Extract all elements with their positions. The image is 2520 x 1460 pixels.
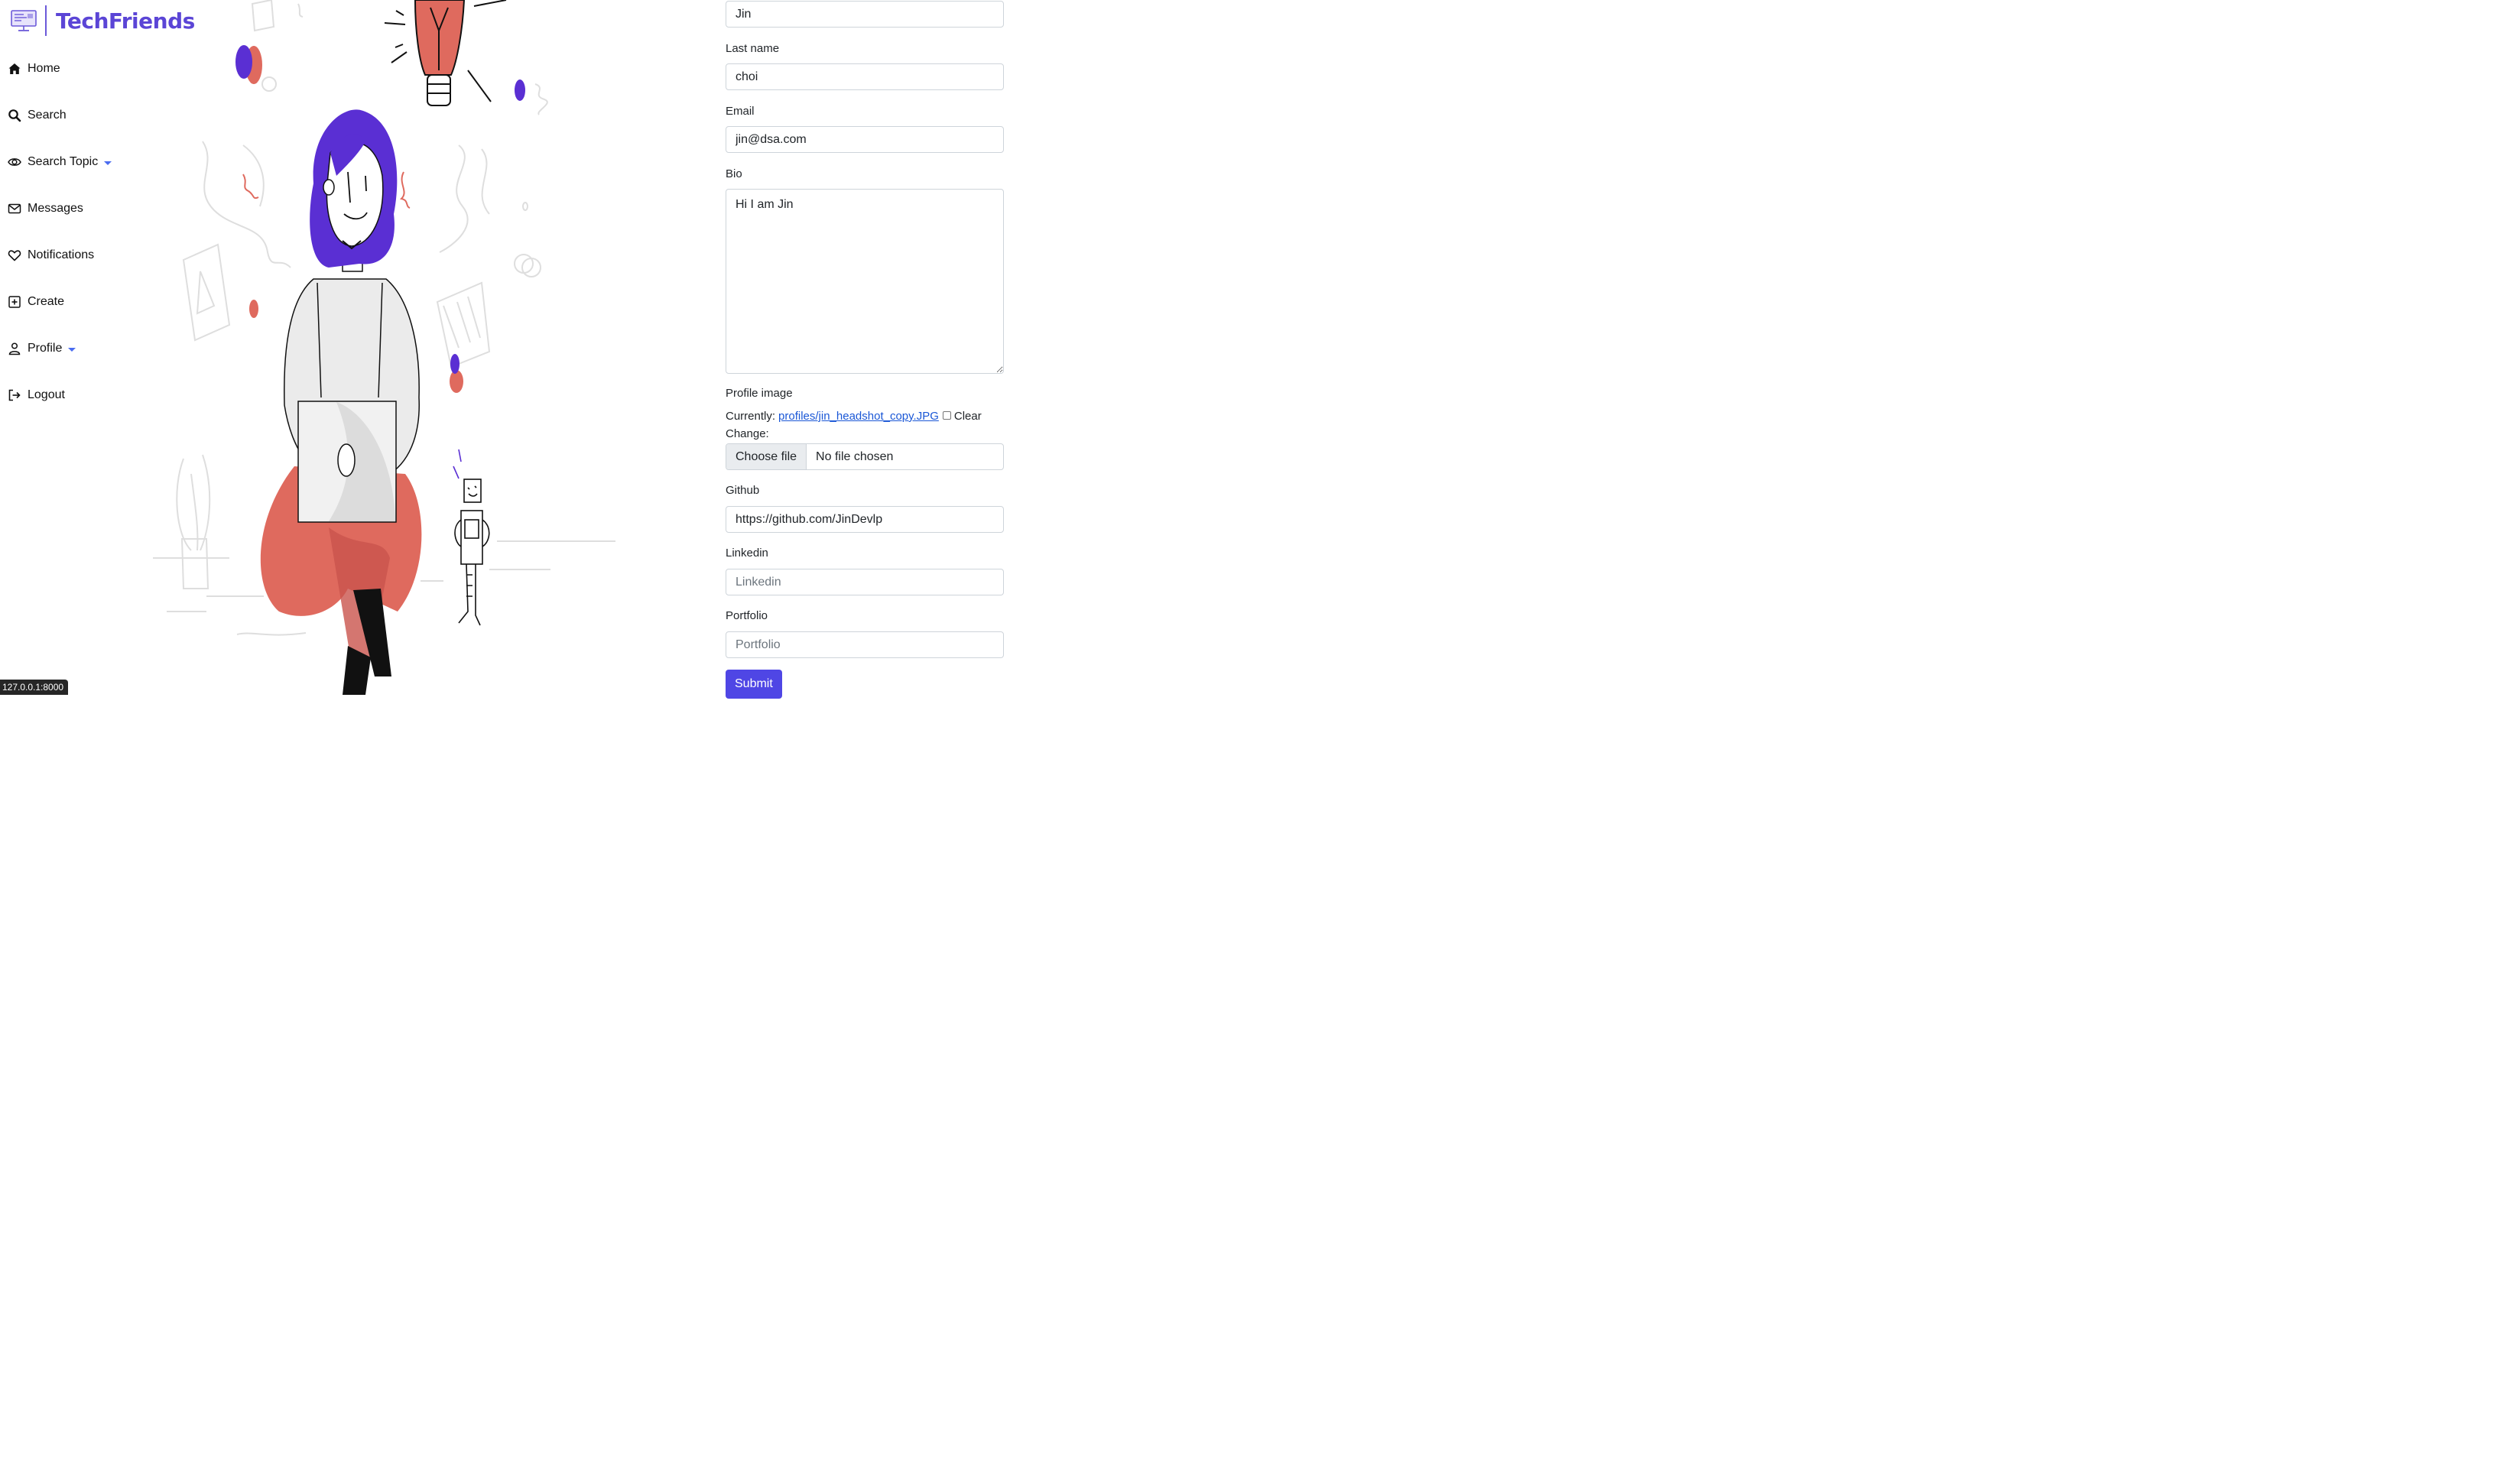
github-label: Github	[726, 484, 760, 497]
last-name-label: Last name	[726, 42, 780, 55]
chevron-down-icon	[104, 161, 112, 165]
plus-square-icon	[8, 296, 21, 308]
sidebar-item-label: Search Topic	[28, 155, 99, 168]
last-name-input[interactable]	[726, 63, 1004, 90]
lightbulb	[384, 0, 507, 106]
robot-figure	[453, 449, 490, 626]
sidebar-item-search[interactable]: Search	[8, 100, 67, 131]
sidebar-item-label: Logout	[28, 388, 65, 401]
profile-image-label: Profile image	[726, 387, 793, 400]
person-icon	[8, 342, 21, 355]
currently-label: Currently:	[726, 410, 776, 423]
current-image-row: Currently: profiles/jin_headshot_copy.JP…	[726, 410, 982, 423]
email-input[interactable]	[726, 126, 1004, 153]
email-label: Email	[726, 105, 755, 118]
portfolio-input[interactable]	[726, 631, 1004, 658]
bio-textarea[interactable]: Hi I am Jin	[726, 189, 1004, 374]
woman-figure	[260, 109, 422, 695]
file-name-text: No file chosen	[816, 449, 894, 463]
choose-file-button[interactable]: Choose file	[726, 444, 807, 469]
sidebar-item-notifications[interactable]: Notifications	[8, 240, 94, 271]
sidebar-item-search-topic[interactable]: Search Topic	[8, 147, 112, 177]
sidebar-item-label: Home	[28, 62, 60, 75]
chevron-down-icon	[68, 347, 76, 352]
profile-image-file-input[interactable]: Choose file No file chosen	[726, 443, 1004, 470]
search-icon	[8, 109, 21, 122]
logout-icon	[8, 389, 21, 401]
sidebar-item-label: Profile	[28, 342, 63, 355]
first-name-input[interactable]	[726, 1, 1004, 28]
sidebar-item-label: Create	[28, 295, 65, 308]
home-icon	[8, 63, 21, 74]
submit-button[interactable]: Submit	[726, 670, 782, 699]
eye-icon	[8, 158, 21, 166]
computer-monitor-icon	[11, 10, 37, 31]
sidebar-item-messages[interactable]: Messages	[8, 193, 83, 224]
sidebar-item-label: Messages	[28, 202, 83, 215]
current-image-link[interactable]: profiles/jin_headshot_copy.JPG	[778, 410, 939, 423]
linkedin-input[interactable]	[726, 569, 1004, 595]
status-bar-url: 127.0.0.1:8000	[0, 680, 69, 695]
sidebar-item-create[interactable]: Create	[8, 287, 64, 317]
sidebar-item-label: Notifications	[28, 248, 95, 261]
change-label: Change:	[726, 427, 769, 440]
sidebar-item-label: Search	[28, 109, 67, 122]
envelope-icon	[8, 203, 21, 214]
portfolio-label: Portfolio	[726, 609, 768, 622]
hero-illustration	[153, 0, 615, 695]
sidebar-item-logout[interactable]: Logout	[8, 380, 65, 410]
clear-checkbox[interactable]	[942, 411, 951, 420]
logo-divider	[45, 5, 47, 36]
heart-icon	[8, 250, 21, 261]
github-input[interactable]	[726, 506, 1004, 533]
sidebar-item-profile[interactable]: Profile	[8, 333, 76, 364]
linkedin-label: Linkedin	[726, 547, 768, 560]
clear-label: Clear	[953, 410, 982, 423]
bio-label: Bio	[726, 167, 742, 180]
sidebar-item-home[interactable]: Home	[8, 54, 60, 84]
